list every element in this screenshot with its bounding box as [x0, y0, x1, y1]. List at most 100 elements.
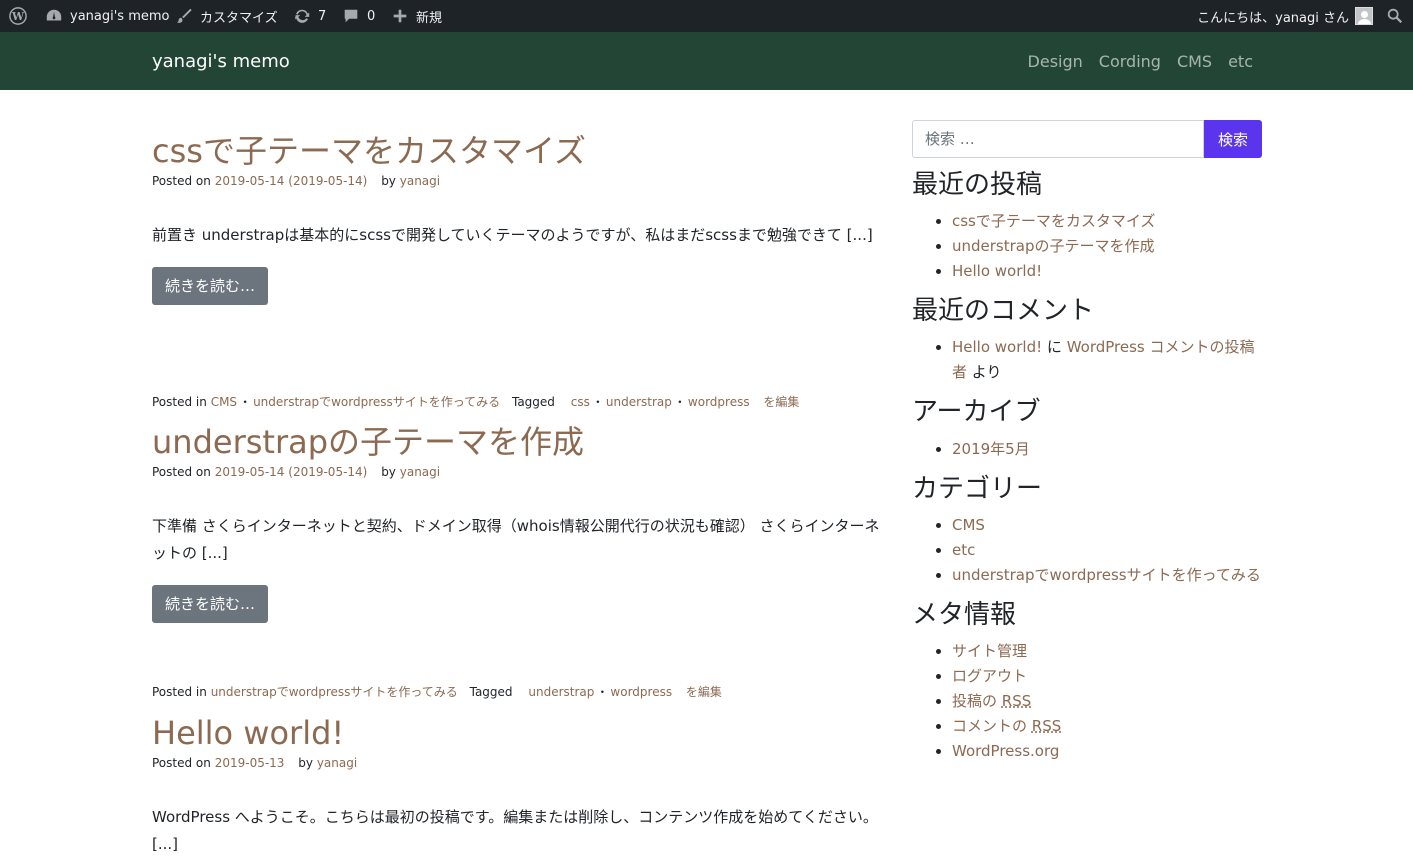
site-name-button[interactable]: yanagi's memo — [44, 0, 170, 32]
category-link[interactable]: etc — [952, 541, 975, 559]
new-label: 新規 — [416, 10, 443, 26]
plus-icon — [390, 6, 410, 26]
by-label: by — [381, 465, 396, 480]
tagged-label: Tagged — [511, 395, 555, 409]
posted-in-label: Posted in — [152, 395, 207, 409]
comment-on-label: に — [1046, 338, 1062, 357]
posted-on-label: Posted on — [152, 174, 211, 189]
recent-post-link[interactable]: Hello world! — [952, 262, 1042, 280]
nav-item-etc[interactable]: etc — [1228, 52, 1253, 71]
site-name-label: yanagi's memo — [70, 8, 170, 24]
customize-label: カスタマイズ — [200, 10, 278, 26]
wordpress-org-link[interactable]: WordPress.org — [952, 742, 1059, 760]
post-article: Hello world! Posted on 2019-05-13 by yan… — [152, 714, 882, 858]
wordpress-logo-button[interactable]: W — [8, 0, 28, 32]
main-menu: Design Cording CMS etc — [1028, 32, 1253, 90]
comment-suffix: より — [971, 363, 1002, 382]
widget-title: カテゴリー — [912, 473, 1043, 504]
avatar — [1355, 7, 1373, 25]
by-label: by — [298, 756, 313, 771]
widget-title: 最近の投稿 — [912, 170, 1043, 200]
post-title-link[interactable]: cssで子テーマをカスタマイズ — [152, 132, 586, 170]
comments-button[interactable]: 0 — [341, 0, 375, 32]
recent-post-link[interactable]: understrapの子テーマを作成 — [952, 237, 1155, 255]
tag-link[interactable]: css — [571, 395, 590, 409]
logout-link[interactable]: ログアウト — [952, 667, 1027, 685]
widget-title: 最近のコメント — [912, 296, 1095, 327]
customize-button[interactable]: カスタマイズ — [174, 0, 278, 32]
post-title-link[interactable]: Hello world! — [152, 714, 344, 752]
recent-comments-widget: 最近のコメント Hello world! に WordPress コメントの投稿… — [912, 296, 1262, 385]
edit-link[interactable]: を編集 — [686, 685, 722, 699]
brush-icon — [174, 6, 194, 26]
nav-item-cms[interactable]: CMS — [1177, 52, 1212, 71]
nav-item-design[interactable]: Design — [1028, 52, 1083, 71]
admin-bar: W yanagi's memo カスタマイズ 7 0 新規 こんにちは、yana… — [0, 0, 1413, 32]
post-excerpt: 前置き understrapは基本的にscssで開発していくテーマのようですが、… — [152, 226, 873, 245]
wordpress-logo-icon: W — [8, 6, 28, 26]
tagged-label: Tagged — [469, 685, 513, 699]
site-admin-link[interactable]: サイト管理 — [952, 642, 1027, 660]
updates-button[interactable]: 7 — [292, 0, 326, 32]
post-date-link[interactable]: 2019-05-14 (2019-05-14) — [215, 174, 368, 188]
edit-link[interactable]: を編集 — [763, 395, 799, 409]
search-input[interactable] — [912, 120, 1204, 158]
author-link[interactable]: yanagi — [400, 465, 440, 479]
site-brand-link[interactable]: yanagi's memo — [152, 32, 290, 90]
category-link[interactable]: CMS — [952, 516, 985, 534]
author-link[interactable]: yanagi — [317, 756, 357, 770]
site-navbar: yanagi's memo Design Cording CMS etc — [0, 32, 1413, 90]
search-button[interactable]: 検索 — [1204, 120, 1262, 158]
category-link[interactable]: understrapでwordpressサイトを作ってみる — [211, 685, 458, 699]
search-icon — [1385, 6, 1405, 26]
sidebar: 検索 最近の投稿 cssで子テーマをカスタマイズ understrapの子テーマ… — [912, 120, 1262, 776]
categories-widget: カテゴリー CMS etc understrapでwordpressサイトを作っ… — [912, 474, 1262, 588]
my-account-button[interactable]: こんにちは、yanagi さん — [1197, 0, 1373, 32]
posted-on-label: Posted on — [152, 465, 211, 480]
post-footer-meta: Posted in CMS ・ understrapでwordpressサイトを作っ… — [152, 395, 800, 409]
post-date-link[interactable]: 2019-05-14 (2019-05-14) — [215, 465, 368, 479]
greeting-label: こんにちは、yanagi さん — [1197, 10, 1349, 26]
post-article: cssで子テーマをカスタマイズ Posted on 2019-05-14 (20… — [152, 132, 882, 306]
post-excerpt: WordPress へようこそ。こちらは最初の投稿です。編集または削除し、コンテ… — [152, 808, 878, 854]
post-excerpt: 下準備 さくらインターネットと契約、ドメイン取得（whois情報公開代行の状況も… — [152, 517, 880, 563]
tag-link[interactable]: understrap — [606, 395, 672, 409]
post-date-link[interactable]: 2019-05-13 — [215, 756, 285, 770]
category-link[interactable]: CMS — [211, 395, 237, 409]
post-article: understrapの子テーマを作成 Posted on 2019-05-14 … — [152, 423, 882, 624]
search-form: 検索 — [912, 120, 1262, 158]
updates-count: 7 — [318, 8, 327, 24]
post-footer-meta: Posted in understrapでwordpressサイトを作ってみる … — [152, 685, 722, 699]
author-link[interactable]: yanagi — [400, 174, 440, 188]
category-link[interactable]: understrapでwordpressサイトを作ってみる — [253, 395, 500, 409]
new-content-button[interactable]: 新規 — [390, 0, 442, 32]
tag-link[interactable]: understrap — [528, 685, 594, 699]
widget-title: メタ情報 — [912, 599, 1017, 630]
read-more-button[interactable]: 続きを読む… — [152, 267, 269, 306]
by-label: by — [381, 174, 396, 189]
comment-bubble-icon — [341, 6, 361, 26]
post-meta: Posted on 2019-05-14 (2019-05-14) by yan… — [152, 465, 882, 479]
svg-text:W: W — [11, 10, 25, 23]
comment-item: Hello world! に WordPress コメントの投稿者 より — [952, 335, 1262, 385]
post-meta: Posted on 2019-05-14 (2019-05-14) by yan… — [152, 174, 882, 188]
nav-item-cording[interactable]: Cording — [1099, 52, 1161, 71]
comment-post-link[interactable]: Hello world! — [952, 338, 1042, 356]
archive-link[interactable]: 2019年5月 — [952, 440, 1030, 458]
tag-link[interactable]: wordpress — [688, 395, 750, 409]
widget-title: アーカイブ — [912, 397, 1041, 428]
post-title-link[interactable]: understrapの子テーマを作成 — [152, 423, 584, 461]
recent-post-link[interactable]: cssで子テーマをカスタマイズ — [952, 212, 1155, 230]
dashboard-icon — [44, 6, 64, 26]
recent-posts-widget: 最近の投稿 cssで子テーマをカスタマイズ understrapの子テーマを作成… — [912, 170, 1262, 284]
refresh-icon — [292, 6, 312, 26]
comments-rss-link[interactable]: コメントの RSS — [952, 717, 1061, 735]
category-link[interactable]: understrapでwordpressサイトを作ってみる — [952, 566, 1261, 584]
admin-search-button[interactable] — [1385, 0, 1405, 32]
meta-widget: メタ情報 サイト管理 ログアウト 投稿の RSS コメントの RSS WordP… — [912, 600, 1262, 764]
posts-rss-link[interactable]: 投稿の RSS — [952, 692, 1031, 710]
post-meta: Posted on 2019-05-13 by yanagi — [152, 756, 882, 770]
read-more-button[interactable]: 続きを読む… — [152, 585, 269, 624]
tag-link[interactable]: wordpress — [610, 685, 672, 699]
posted-in-label: Posted in — [152, 685, 207, 699]
